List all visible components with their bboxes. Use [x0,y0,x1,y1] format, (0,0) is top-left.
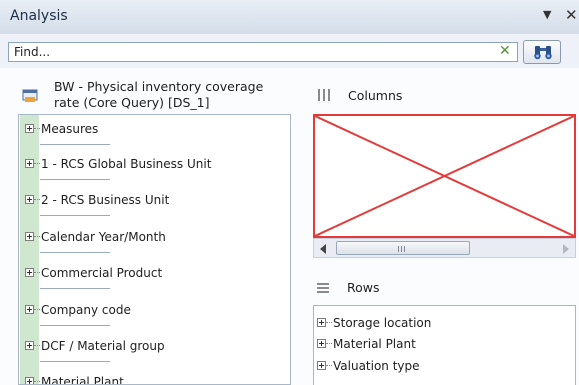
tree-divider [40,252,110,253]
expand-icon[interactable] [25,195,34,204]
find-field: ✕ [8,42,518,62]
tree-item-label: 1 - RCS Global Business Unit [41,157,212,171]
tree-item-label: Calendar Year/Month [41,230,166,244]
tree-divider [40,288,110,289]
expand-icon[interactable] [317,339,326,348]
panel-menu-arrow-icon[interactable]: ▼ [543,8,551,21]
tree-divider [40,215,110,216]
analysis-panel: Analysis ▼ ✕ ✕ BW - Physical inventory c… [0,0,579,385]
tree-item-label: Commercial Product [41,266,163,280]
scrollbar-thumb[interactable] [336,241,470,255]
tree-vertical-scrollbar[interactable] [290,116,291,385]
tree-divider [40,361,110,362]
expand-icon[interactable] [25,124,34,133]
columns-horizontal-scrollbar[interactable] [313,238,576,258]
clear-search-icon[interactable]: ✕ [499,43,511,59]
tree-divider [40,325,110,326]
scroll-right-arrow-icon[interactable] [563,244,569,254]
expand-icon[interactable] [25,305,34,314]
tree-item-label: DCF / Material group [41,339,165,353]
data-source-icon [22,89,38,102]
tree-item-label: Material Plant [41,375,124,385]
binoculars-icon [534,46,552,60]
columns-label: Columns [348,88,403,103]
expand-icon[interactable] [25,377,34,384]
panel-title: Analysis [10,8,68,24]
title-bar: Analysis ▼ ✕ [0,0,579,35]
dimensions-tree: Measures 1 - RCS Global Business Unit 2 … [18,114,291,385]
expand-icon[interactable] [25,341,34,350]
row-item-label: Storage location [333,316,432,330]
data-source-title-line2: rate (Core Query) [DS_1] [54,95,210,110]
data-source-title-line1: BW - Physical inventory coverage [54,79,264,94]
expand-icon[interactable] [317,318,326,327]
expand-icon[interactable] [25,159,34,168]
tree-item-label: Company code [41,303,131,317]
tree-item-label: 2 - RCS Business Unit [41,193,170,207]
row-item-label: Valuation type [333,359,420,373]
find-button[interactable] [523,40,561,64]
tree-divider [40,179,110,180]
expand-icon[interactable] [25,232,34,241]
empty-drop-zone-cross [315,116,574,236]
data-source-title: BW - Physical inventory coverage rate (C… [54,79,294,111]
search-input[interactable] [11,44,487,60]
row-item-label: Material Plant [333,337,416,351]
rows-icon [317,283,329,293]
tree-divider [40,144,110,145]
scroll-left-arrow-icon[interactable] [320,244,326,254]
tree-item-label: Measures [41,122,99,136]
close-icon[interactable]: ✕ [565,6,578,24]
rows-drop-zone[interactable]: Storage location Material Plant Valuatio… [313,305,576,385]
expand-icon[interactable] [317,361,326,370]
columns-icon [318,89,330,101]
expand-icon[interactable] [25,268,34,277]
columns-drop-zone[interactable] [313,114,576,238]
rows-label: Rows [347,280,380,295]
